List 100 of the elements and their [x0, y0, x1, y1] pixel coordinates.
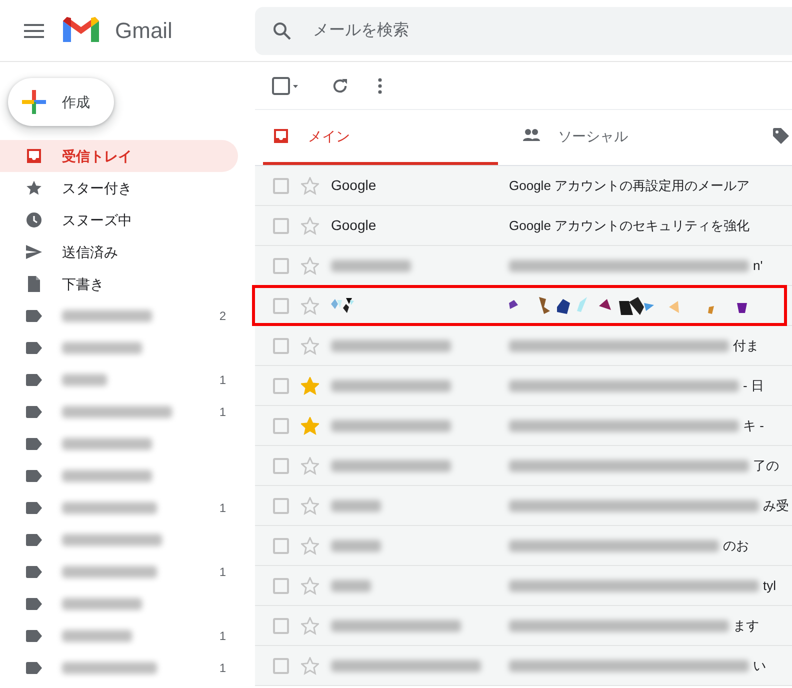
blurred-text: [62, 374, 107, 386]
star-icon[interactable]: [301, 656, 319, 674]
blurred-text: [331, 540, 381, 552]
sender-name: Google: [331, 177, 376, 193]
star-icon: [26, 180, 42, 196]
row-checkbox[interactable]: [273, 258, 289, 274]
star-icon[interactable]: [301, 256, 319, 274]
email-row[interactable]: tyl: [255, 566, 792, 606]
clock-icon: [26, 212, 42, 228]
label-icon[interactable]: [26, 660, 42, 676]
file-icon: [26, 276, 42, 292]
row-checkbox[interactable]: [273, 618, 289, 634]
label-icon[interactable]: [26, 468, 42, 484]
unread-count: 1: [219, 372, 226, 389]
star-icon[interactable]: [301, 576, 319, 594]
plus-icon: [22, 90, 46, 114]
star-icon[interactable]: [301, 416, 319, 434]
subject-fragment: い: [753, 656, 766, 675]
blurred-text: [62, 630, 132, 642]
sidebar-item[interactable]: 下書き: [0, 268, 238, 300]
row-checkbox[interactable]: [273, 458, 289, 474]
label-icon[interactable]: [26, 500, 42, 516]
row-checkbox[interactable]: [273, 498, 289, 514]
subject-fragment: のお: [723, 536, 749, 555]
sender-name: Google: [331, 217, 376, 233]
menu-icon[interactable]: [24, 24, 44, 38]
row-checkbox[interactable]: [273, 298, 289, 314]
unread-count: 1: [219, 500, 226, 517]
more-icon[interactable]: [378, 78, 382, 94]
star-icon[interactable]: [301, 296, 319, 314]
star-icon[interactable]: [301, 496, 319, 514]
star-icon[interactable]: [301, 376, 319, 394]
email-row[interactable]: 付ま: [255, 326, 792, 366]
refresh-icon[interactable]: [332, 78, 348, 94]
label-icon[interactable]: [26, 308, 42, 324]
row-checkbox[interactable]: [273, 338, 289, 354]
star-icon[interactable]: [301, 456, 319, 474]
mail-logo-icon[interactable]: [63, 17, 99, 44]
row-checkbox[interactable]: [273, 378, 289, 394]
app-name: Gmail: [115, 17, 174, 45]
row-checkbox[interactable]: [273, 178, 289, 194]
email-row[interactable]: Google Google アカウントのセキュリティを強化: [255, 206, 792, 246]
subject-fragment: - 日: [743, 376, 764, 395]
star-icon[interactable]: [301, 176, 319, 194]
inbox-icon: [26, 148, 42, 164]
search-field[interactable]: メールを検索: [255, 6, 792, 54]
email-row[interactable]: い: [255, 646, 792, 686]
blurred-text: [331, 500, 381, 512]
send-icon: [26, 244, 42, 260]
unread-count: 2: [219, 308, 226, 325]
star-icon[interactable]: [301, 216, 319, 234]
label-icon[interactable]: [26, 436, 42, 452]
email-subject: Google アカウントのセキュリティを強化: [509, 216, 750, 235]
people-icon: [523, 128, 540, 144]
sidebar-item[interactable]: スター付き: [0, 172, 238, 204]
star-icon[interactable]: [301, 336, 319, 354]
row-checkbox[interactable]: [273, 538, 289, 554]
subject-fragment: n': [753, 256, 763, 275]
label-icon[interactable]: [26, 532, 42, 548]
email-row[interactable]: のお: [255, 526, 792, 566]
subject-fragment: み受: [763, 496, 789, 515]
sidebar-item[interactable]: スヌーズ中: [0, 204, 238, 236]
row-checkbox[interactable]: [273, 658, 289, 674]
star-icon[interactable]: [301, 616, 319, 634]
unread-count: 1: [219, 404, 226, 421]
select-checkbox-icon[interactable]: [272, 76, 298, 94]
label-icon[interactable]: [26, 404, 42, 420]
label-icon[interactable]: [26, 564, 42, 580]
row-checkbox[interactable]: [273, 218, 289, 234]
email-row[interactable]: 了の: [255, 446, 792, 486]
subject-fragment: ます: [733, 616, 759, 635]
tag-icon: [773, 128, 790, 144]
email-subject: Google アカウントの再設定用のメールア: [509, 176, 750, 195]
sidebar-item[interactable]: 受信トレイ: [0, 140, 238, 172]
row-checkbox[interactable]: [273, 418, 289, 434]
inbox-icon: [273, 128, 290, 144]
subject-fragment: キ -: [743, 416, 764, 435]
email-row[interactable]: ます: [255, 606, 792, 646]
email-row[interactable]: キ -: [255, 406, 792, 446]
sidebar-item[interactable]: 送信済み: [0, 236, 238, 268]
email-row[interactable]: n': [255, 246, 792, 286]
search-icon[interactable]: [273, 22, 291, 40]
label-icon[interactable]: [26, 372, 42, 388]
email-row[interactable]: - 日: [255, 366, 792, 406]
subject-fragment: 付ま: [733, 336, 759, 355]
mail-tab[interactable]: ソーシャル: [513, 110, 748, 165]
row-checkbox[interactable]: [273, 578, 289, 594]
email-row[interactable]: み受: [255, 486, 792, 526]
unread-count: 1: [219, 564, 226, 581]
unread-count: 1: [219, 628, 226, 645]
unread-count: 1: [219, 660, 226, 677]
subject-fragment: tyl: [763, 576, 776, 595]
subject-fragment: 了の: [753, 456, 779, 475]
label-icon[interactable]: [26, 628, 42, 644]
label-icon[interactable]: [26, 596, 42, 612]
star-icon[interactable]: [301, 536, 319, 554]
blurred-text: [331, 580, 371, 592]
compose-button[interactable]: 作成: [8, 78, 114, 126]
label-icon[interactable]: [26, 340, 42, 356]
email-row[interactable]: Google Google アカウントの再設定用のメールア: [255, 166, 792, 206]
